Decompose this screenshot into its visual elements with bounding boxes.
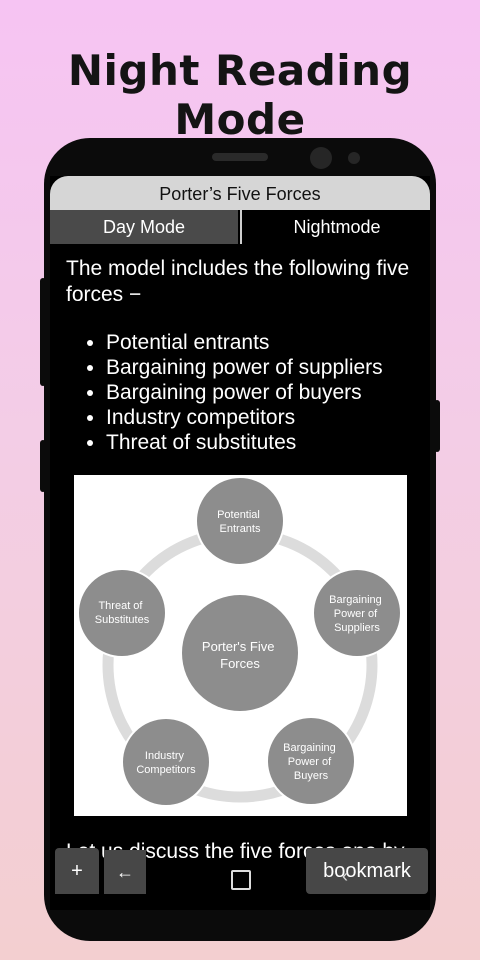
node-label: Bargaining Power of Suppliers	[329, 594, 385, 634]
app-screen: Porter’s Five Forces Day Mode Nightmode …	[50, 176, 430, 910]
volume-button	[40, 278, 46, 386]
forces-list: Potential entrants Bargaining power of s…	[66, 330, 416, 455]
node-label-line: Industry	[145, 750, 185, 762]
add-button[interactable]: +	[55, 848, 99, 894]
side-button	[40, 440, 46, 492]
five-forces-svg: Porter's Five Forces Potential Entrants …	[77, 476, 402, 807]
mode-tabs: Day Mode Nightmode	[50, 210, 430, 244]
list-item: Threat of substitutes	[106, 430, 416, 455]
bookmark-button[interactable]: bookmark	[306, 848, 428, 894]
list-item: Bargaining power of buyers	[106, 380, 416, 405]
return-icon: ←	[116, 862, 134, 882]
promo-headline: Night Reading Mode	[67, 46, 413, 144]
node-label-line: Potential	[217, 509, 260, 521]
return-button[interactable]: ←	[104, 850, 146, 894]
node-label-line: Suppliers	[334, 622, 380, 634]
list-item: Industry competitors	[106, 405, 416, 430]
node-label-line: Power of	[334, 608, 378, 620]
intro-paragraph: The model includes the following five fo…	[66, 257, 410, 306]
article-content: The model includes the following five fo…	[66, 256, 416, 455]
center-label-line: Porter's Five	[202, 639, 275, 654]
front-camera	[310, 147, 332, 169]
node-label-line: Power of	[288, 756, 332, 768]
node-label-line: Competitors	[136, 764, 196, 776]
node-label-line: Entrants	[220, 523, 261, 535]
node-label-line: Buyers	[294, 770, 329, 782]
recents-nav-icon[interactable]	[231, 870, 251, 890]
node-potential-entrants	[195, 476, 285, 566]
node-label-line: Bargaining	[329, 594, 382, 606]
list-item: Potential entrants	[106, 330, 416, 355]
speaker-grille	[212, 153, 268, 161]
node-industry-competitors	[121, 717, 211, 807]
center-label-line: Forces	[220, 656, 260, 671]
tab-night-mode[interactable]: Nightmode	[240, 210, 430, 244]
node-label-line: Substitutes	[95, 614, 150, 626]
back-nav-icon[interactable]: ‹	[342, 866, 348, 887]
list-item: Bargaining power of suppliers	[106, 355, 416, 380]
proximity-sensor	[348, 152, 360, 164]
five-forces-diagram: Porter's Five Forces Potential Entrants …	[74, 475, 407, 816]
power-button	[434, 400, 440, 452]
app-title: Porter’s Five Forces	[50, 176, 430, 210]
node-label-line: Bargaining	[283, 742, 336, 754]
node-threat-substitutes	[77, 568, 167, 658]
tab-day-mode[interactable]: Day Mode	[50, 210, 238, 244]
node-label-line: Threat of	[98, 600, 143, 612]
